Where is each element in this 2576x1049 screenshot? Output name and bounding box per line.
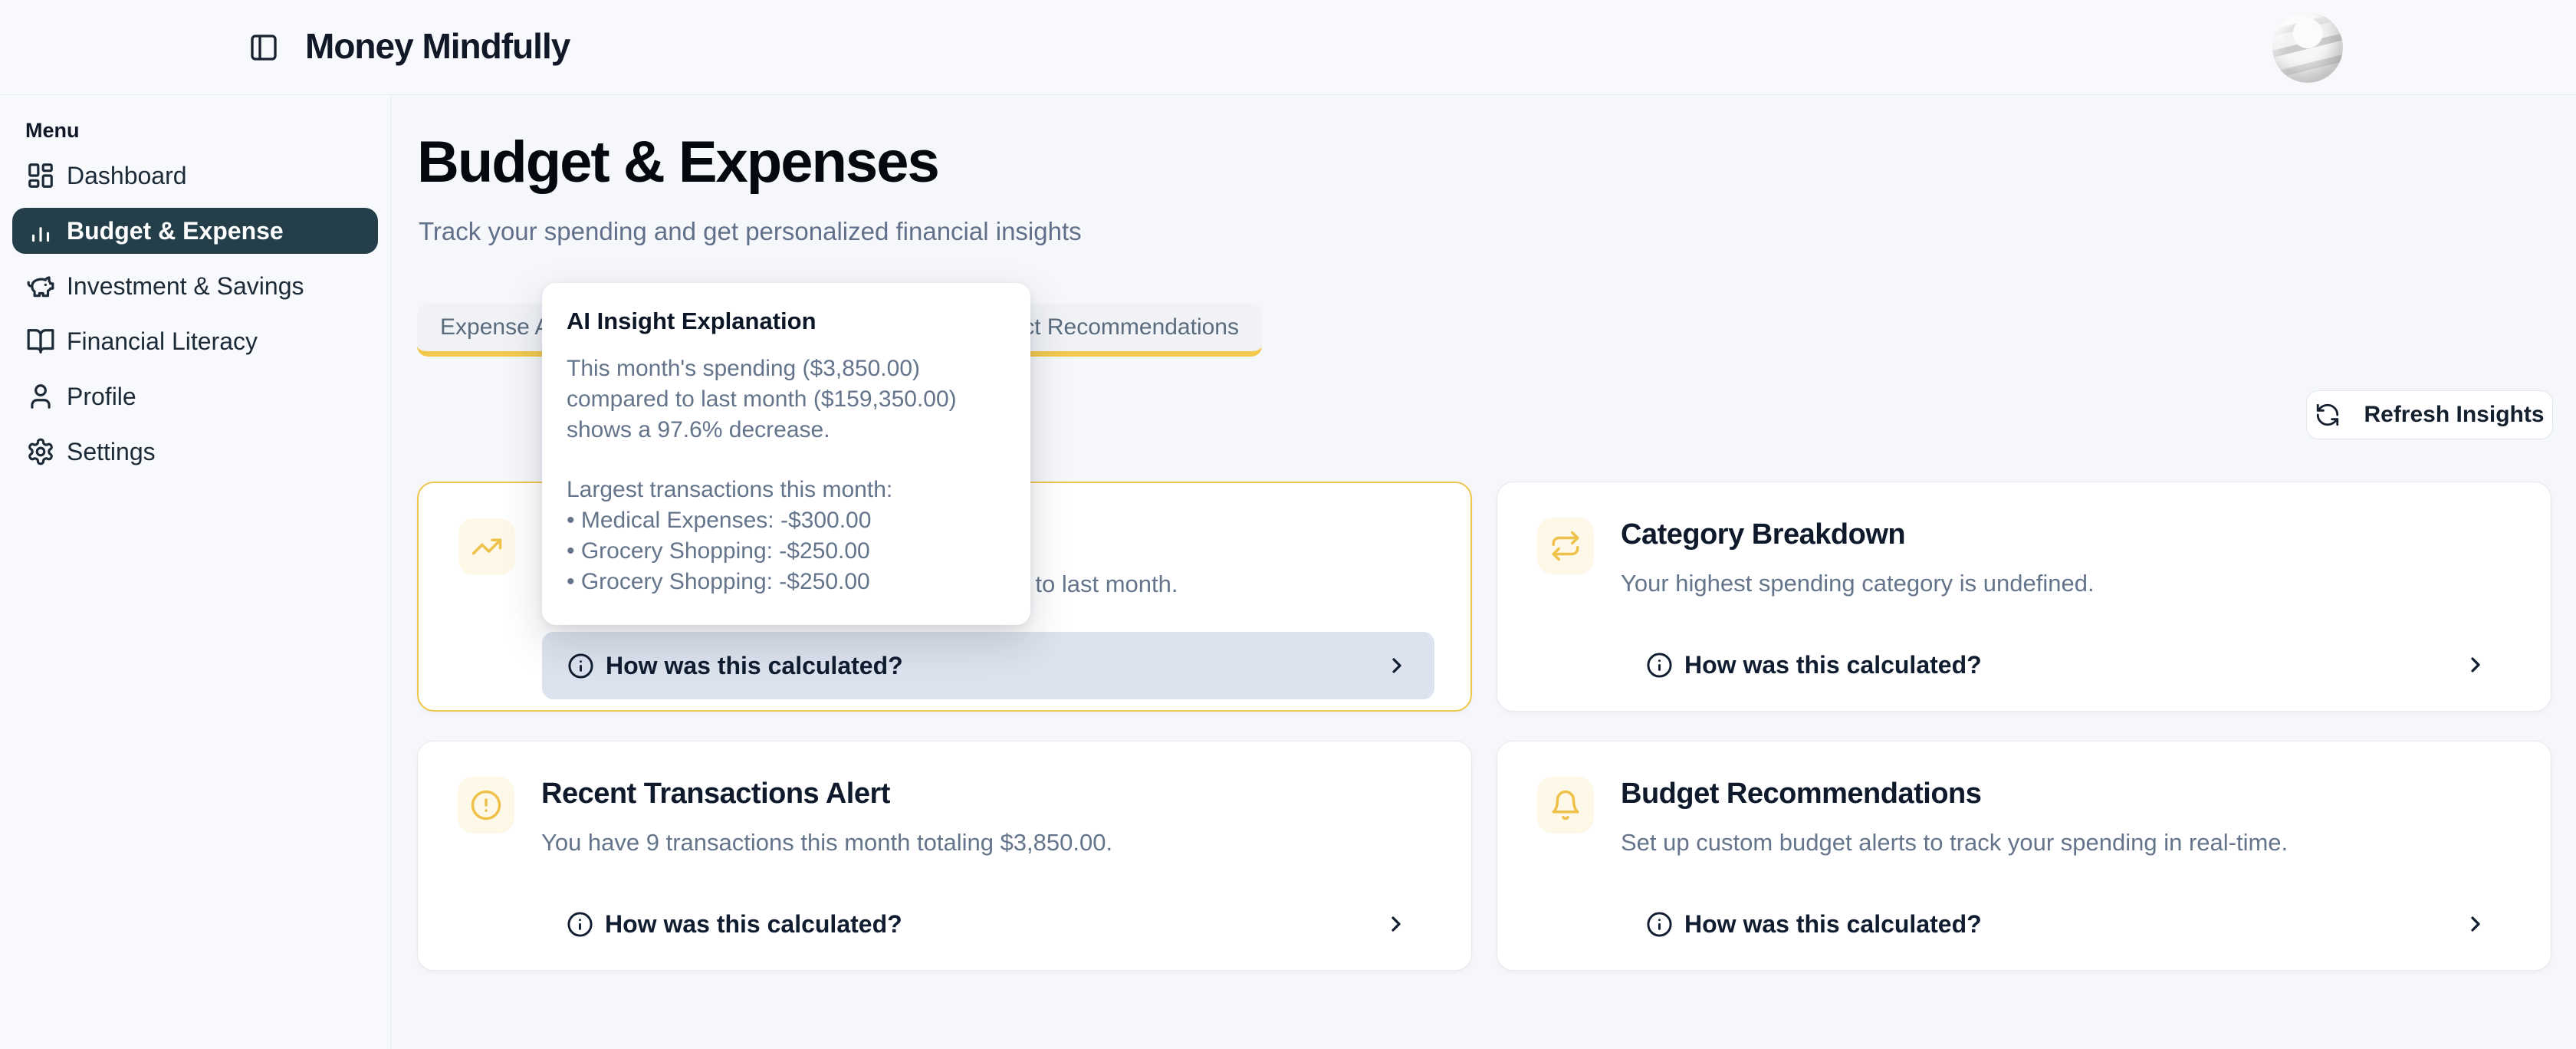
card-title: Budget Recommendations bbox=[1621, 778, 1981, 811]
popover-transaction-list: Largest transactions this month: • Medic… bbox=[567, 475, 1006, 597]
trending-up-icon bbox=[458, 518, 515, 575]
sidebar: Menu Dashboard Budget & Expense bbox=[0, 96, 391, 1049]
bell-icon bbox=[1537, 777, 1594, 834]
sidebar-item-investment-savings[interactable]: Investment & Savings bbox=[12, 263, 378, 309]
how-calculated-label: How was this calculated? bbox=[1684, 910, 1982, 939]
info-icon bbox=[1646, 911, 1673, 938]
how-calculated-label: How was this calculated? bbox=[1684, 651, 1982, 679]
alert-circle-icon bbox=[458, 777, 514, 834]
user-icon bbox=[26, 382, 55, 411]
card-title: Recent Transactions Alert bbox=[541, 778, 890, 811]
insight-card-budget-recommendations: Budget Recommendations Set up custom bud… bbox=[1497, 741, 2551, 971]
card-subtitle: You have 9 transactions this month total… bbox=[541, 829, 1112, 857]
how-calculated-button[interactable]: How was this calculated? bbox=[541, 890, 1434, 958]
refresh-insights-button[interactable]: Refresh Insights bbox=[2306, 390, 2553, 439]
insight-card-category-breakdown: Category Breakdown Your highest spending… bbox=[1497, 482, 2551, 712]
piggy-bank-icon bbox=[26, 271, 55, 301]
app-header: Money Mindfully bbox=[0, 0, 2576, 95]
sidebar-item-label: Budget & Expense bbox=[67, 217, 284, 245]
user-avatar[interactable] bbox=[2272, 12, 2343, 83]
sidebar-toggle-button[interactable] bbox=[248, 32, 279, 63]
how-calculated-button[interactable]: How was this calculated? bbox=[1621, 890, 2513, 958]
list-item: • Medical Expenses: -$300.00 bbox=[567, 505, 1006, 536]
chevron-right-icon bbox=[2463, 653, 2488, 677]
sidebar-item-settings[interactable]: Settings bbox=[12, 429, 378, 475]
dashboard-icon bbox=[26, 161, 55, 190]
gear-icon bbox=[26, 437, 55, 466]
sidebar-item-label: Dashboard bbox=[67, 162, 187, 190]
ai-insight-popover: AI Insight Explanation This month's spen… bbox=[542, 283, 1030, 625]
sidebar-item-label: Investment & Savings bbox=[67, 272, 304, 301]
popover-paragraph: This month's spending ($3,850.00) compar… bbox=[567, 354, 1006, 446]
info-icon bbox=[567, 911, 593, 938]
refresh-button-label: Refresh Insights bbox=[2364, 402, 2544, 428]
panel-left-icon bbox=[248, 32, 279, 63]
sidebar-item-label: Financial Literacy bbox=[67, 327, 258, 356]
how-calculated-button[interactable]: How was this calculated? bbox=[1621, 631, 2513, 699]
list-item: • Grocery Shopping: -$250.00 bbox=[567, 536, 1006, 567]
card-subtitle: Set up custom budget alerts to track you… bbox=[1621, 829, 2288, 857]
insight-card-recent-transactions: Recent Transactions Alert You have 9 tra… bbox=[417, 741, 1472, 971]
card-subtitle: Your highest spending category is undefi… bbox=[1621, 570, 2095, 597]
page-title: Budget & Expenses bbox=[417, 129, 938, 196]
chevron-right-icon bbox=[1385, 653, 1409, 678]
sidebar-item-financial-literacy[interactable]: Financial Literacy bbox=[12, 318, 378, 364]
list-heading: Largest transactions this month: bbox=[567, 475, 1006, 505]
sidebar-item-budget-expense[interactable]: Budget & Expense bbox=[12, 208, 378, 254]
chevron-right-icon bbox=[1384, 912, 1408, 936]
sidebar-item-label: Profile bbox=[67, 383, 136, 411]
sidebar-section-label: Menu bbox=[25, 119, 80, 143]
page-subtitle: Track your spending and get personalized… bbox=[419, 217, 1082, 246]
repeat-icon bbox=[1537, 518, 1594, 574]
sidebar-item-profile[interactable]: Profile bbox=[12, 373, 378, 419]
chevron-right-icon bbox=[2463, 912, 2488, 936]
how-calculated-button[interactable]: How was this calculated? bbox=[542, 632, 1434, 699]
sidebar-nav: Dashboard Budget & Expense Investment & … bbox=[0, 153, 390, 484]
info-icon bbox=[1646, 652, 1673, 679]
sidebar-item-label: Settings bbox=[67, 438, 156, 466]
how-calculated-label: How was this calculated? bbox=[605, 910, 902, 939]
book-open-icon bbox=[26, 327, 55, 356]
bar-chart-icon bbox=[26, 216, 55, 245]
how-calculated-label: How was this calculated? bbox=[606, 652, 903, 680]
popover-title: AI Insight Explanation bbox=[567, 307, 1006, 335]
app-title: Money Mindfully bbox=[305, 25, 570, 67]
card-title: Category Breakdown bbox=[1621, 518, 1905, 551]
refresh-icon bbox=[2315, 402, 2341, 428]
info-icon bbox=[567, 653, 594, 679]
sidebar-item-dashboard[interactable]: Dashboard bbox=[12, 153, 378, 199]
list-item: • Grocery Shopping: -$250.00 bbox=[567, 567, 1006, 597]
